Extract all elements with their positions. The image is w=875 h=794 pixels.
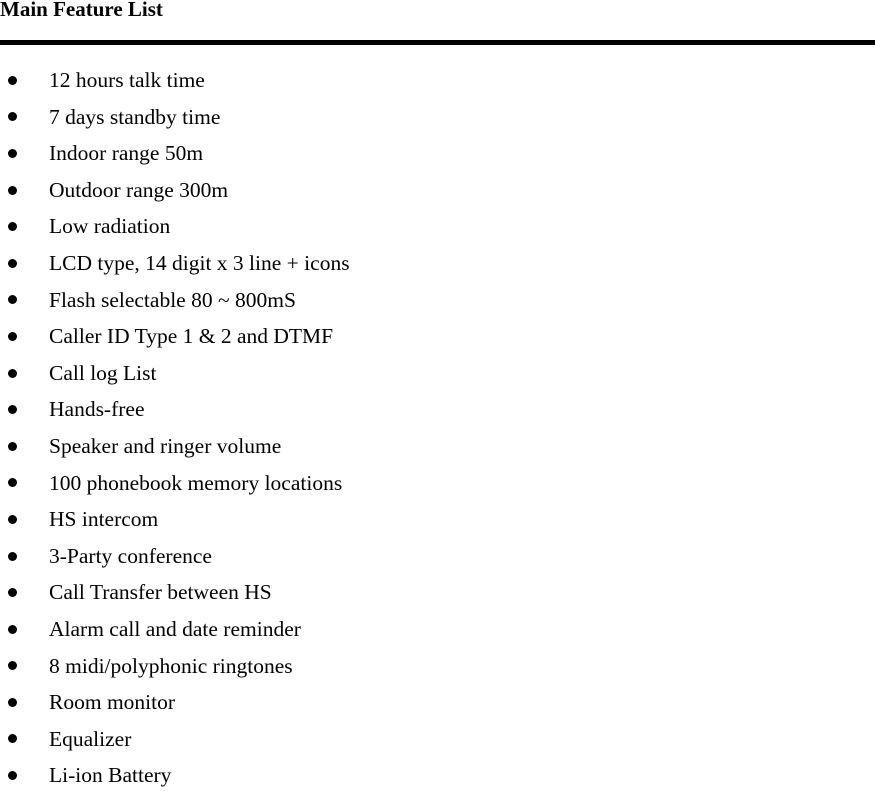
list-item-label: Hands-free xyxy=(49,397,145,422)
list-item: 100 phonebook memory locations xyxy=(0,465,875,502)
bullet-dot-icon xyxy=(8,478,17,488)
list-item-label: LCD type, 14 digit x 3 line + icons xyxy=(49,250,350,275)
bullet-dot-icon xyxy=(8,588,17,598)
list-item: 12 hours talk time xyxy=(0,62,875,99)
bullet-dot-icon xyxy=(8,771,17,781)
list-item-label: Equalizer xyxy=(49,726,132,751)
bullet-dot-icon xyxy=(8,551,17,561)
list-item-label: Indoor range 50m xyxy=(49,141,204,166)
bullet-dot-icon xyxy=(8,734,17,744)
list-item-label: 8 midi/polyphonic ringtones xyxy=(49,653,293,678)
feature-list: 12 hours talk time 7 days standby time Ind… xyxy=(0,62,875,794)
document-page: Main Feature List 12 hours talk time 7 da… xyxy=(0,0,875,788)
list-item: Caller ID Type 1 & 2 and DTMF xyxy=(0,318,875,355)
list-item-label: 7 days standby time xyxy=(49,104,221,129)
bullet-dot-icon xyxy=(8,331,17,341)
list-item: Hands-free xyxy=(0,391,875,428)
list-item: HS intercom xyxy=(0,501,875,538)
list-item: Li-ion Battery xyxy=(0,757,875,794)
bullet-dot-icon xyxy=(8,75,17,85)
bullet-dot-icon xyxy=(8,295,17,305)
list-item-label: Outdoor range 300m xyxy=(49,177,229,202)
list-item: Room monitor xyxy=(0,684,875,721)
bullet-dot-icon xyxy=(8,441,17,451)
list-item-label: Speaker and ringer volume xyxy=(49,433,282,458)
list-item: LCD type, 14 digit x 3 line + icons xyxy=(0,245,875,282)
list-item-label: Alarm call and date reminder xyxy=(49,616,301,641)
list-item: Speaker and ringer volume xyxy=(0,428,875,465)
bullet-dot-icon xyxy=(8,624,17,634)
list-item-label: Li-ion Battery xyxy=(49,763,172,788)
bullet-dot-icon xyxy=(8,661,17,671)
bullet-dot-icon xyxy=(8,368,17,378)
list-item-label: Caller ID Type 1 & 2 and DTMF xyxy=(49,324,334,349)
bullet-dot-icon xyxy=(8,112,17,122)
list-item-label: 3-Party conference xyxy=(49,543,212,568)
list-item: Call log List xyxy=(0,355,875,392)
list-item-label: Low radiation xyxy=(49,214,171,239)
list-item-label: Flash selectable 80 ~ 800mS xyxy=(49,287,296,312)
bullet-dot-icon xyxy=(8,258,17,268)
list-item-label: 100 phonebook memory locations xyxy=(49,470,343,495)
list-item: Low radiation xyxy=(0,208,875,245)
bullet-dot-icon xyxy=(8,185,17,195)
title-divider-rule xyxy=(0,40,875,45)
list-item: Alarm call and date reminder xyxy=(0,611,875,648)
list-item: Equalizer xyxy=(0,721,875,758)
bullet-dot-icon xyxy=(8,514,17,524)
list-item-label: 12 hours talk time xyxy=(49,68,205,92)
list-item: 3-Party conference xyxy=(0,538,875,575)
list-item: Call Transfer between HS xyxy=(0,574,875,611)
list-item: Flash selectable 80 ~ 800mS xyxy=(0,282,875,319)
page-title: Main Feature List xyxy=(0,0,163,21)
list-item-label: Room monitor xyxy=(49,690,176,715)
bullet-dot-icon xyxy=(8,222,17,232)
list-item-label: HS intercom xyxy=(49,507,159,532)
list-item: Indoor range 50m xyxy=(0,135,875,172)
bullet-dot-icon xyxy=(8,405,17,415)
list-item: 8 midi/polyphonic ringtones xyxy=(0,648,875,685)
bullet-dot-icon xyxy=(8,697,17,707)
bullet-dot-icon xyxy=(8,148,17,158)
list-item: Outdoor range 300m xyxy=(0,172,875,209)
list-item-label: Call Transfer between HS xyxy=(49,580,272,605)
list-item-label: Call log List xyxy=(49,360,157,385)
list-item: 7 days standby time xyxy=(0,99,875,136)
